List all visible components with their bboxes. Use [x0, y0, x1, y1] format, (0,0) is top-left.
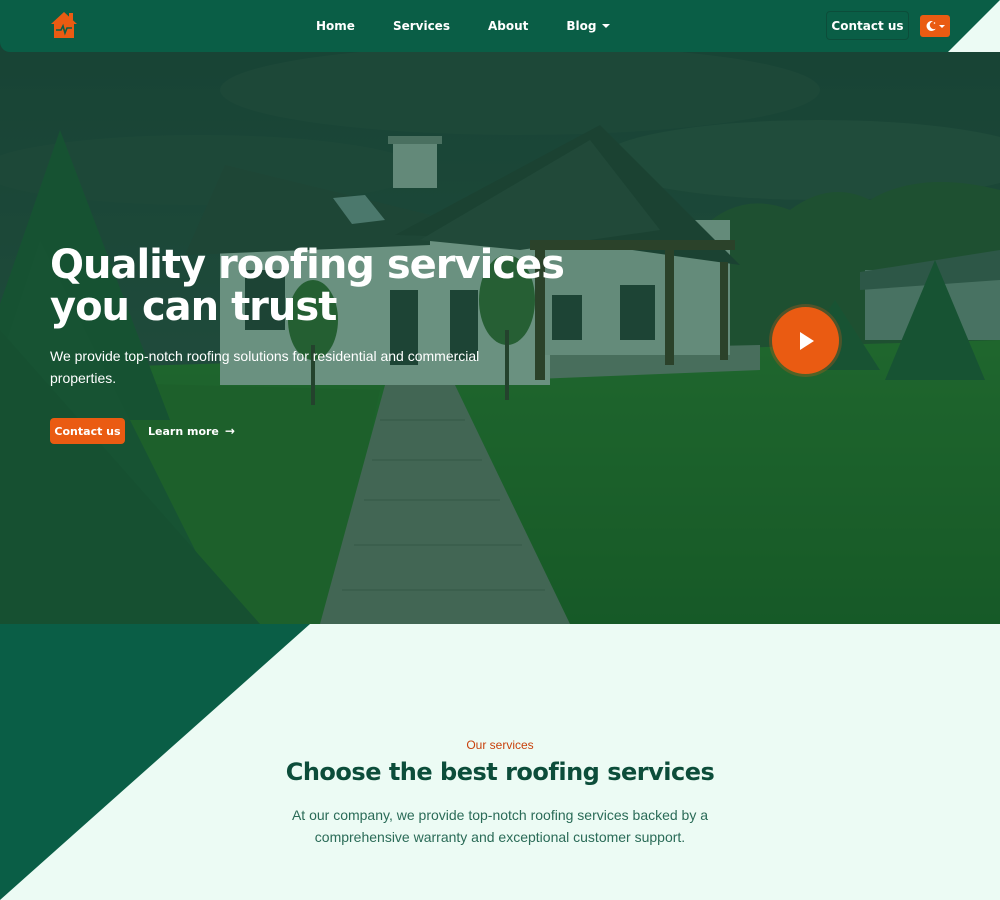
hero-section: Quality roofing services you can trust W… [0, 0, 1000, 624]
hero-contact-label: Contact us [54, 424, 121, 438]
nav-blog[interactable]: Blog [566, 19, 611, 33]
chevron-down-icon [602, 24, 611, 28]
house-heartbeat-icon [51, 12, 77, 38]
services-title: Choose the best roofing services [285, 758, 715, 786]
services-section: Our services Choose the best roofing ser… [0, 624, 1000, 900]
nav-services[interactable]: Services [393, 19, 450, 33]
nav-contact-label: Contact us [831, 18, 904, 33]
moon-icon [926, 20, 936, 31]
nav-about[interactable]: About [488, 19, 528, 33]
arrow-right-icon: → [224, 424, 235, 438]
main-nav: Home Services About Blog [316, 0, 648, 52]
learn-more-label: Learn more [148, 424, 219, 438]
learn-more-link[interactable]: Learn more → [148, 418, 235, 444]
play-icon [799, 331, 814, 350]
nav-home[interactable]: Home [316, 19, 355, 33]
logo[interactable] [50, 11, 78, 39]
play-video-button[interactable] [772, 307, 839, 374]
services-eyebrow: Our services [466, 738, 534, 752]
hero-subtitle: We provide top-notch roofing solutions f… [50, 348, 480, 386]
nav-blog-label: Blog [566, 19, 597, 33]
services-description: At our company, we provide top-notch roo… [291, 807, 709, 845]
hero-contact-button[interactable]: Contact us [50, 418, 125, 444]
theme-toggle-button[interactable] [920, 15, 950, 37]
navbar: Home Services About Blog Contact us [0, 0, 1000, 52]
hero-title: Quality roofing services you can trust [50, 242, 565, 330]
nav-contact-button[interactable]: Contact us [826, 11, 909, 40]
chevron-down-icon [939, 24, 945, 28]
